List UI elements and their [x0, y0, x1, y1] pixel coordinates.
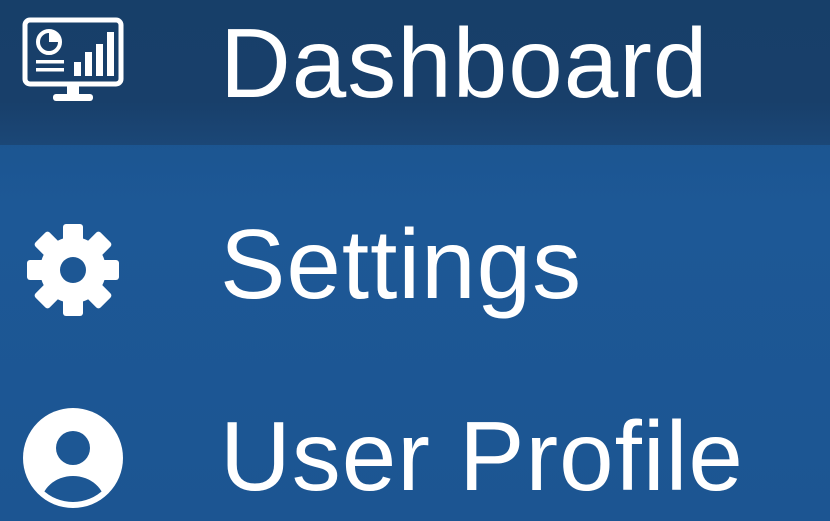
nav-item-dashboard[interactable]: Dashboard — [0, 0, 830, 145]
nav-item-user-profile[interactable]: User Profile — [0, 385, 830, 521]
nav-label-dashboard: Dashboard — [220, 8, 709, 118]
nav-item-settings[interactable]: Settings — [0, 195, 830, 345]
user-avatar-icon — [18, 403, 128, 513]
dashboard-monitor-icon — [18, 6, 128, 116]
gear-icon — [18, 215, 128, 325]
nav-label-settings: Settings — [220, 209, 583, 319]
sidebar-nav: Dashboard Settings User Profile — [0, 0, 830, 521]
nav-label-user-profile: User Profile — [220, 401, 744, 511]
